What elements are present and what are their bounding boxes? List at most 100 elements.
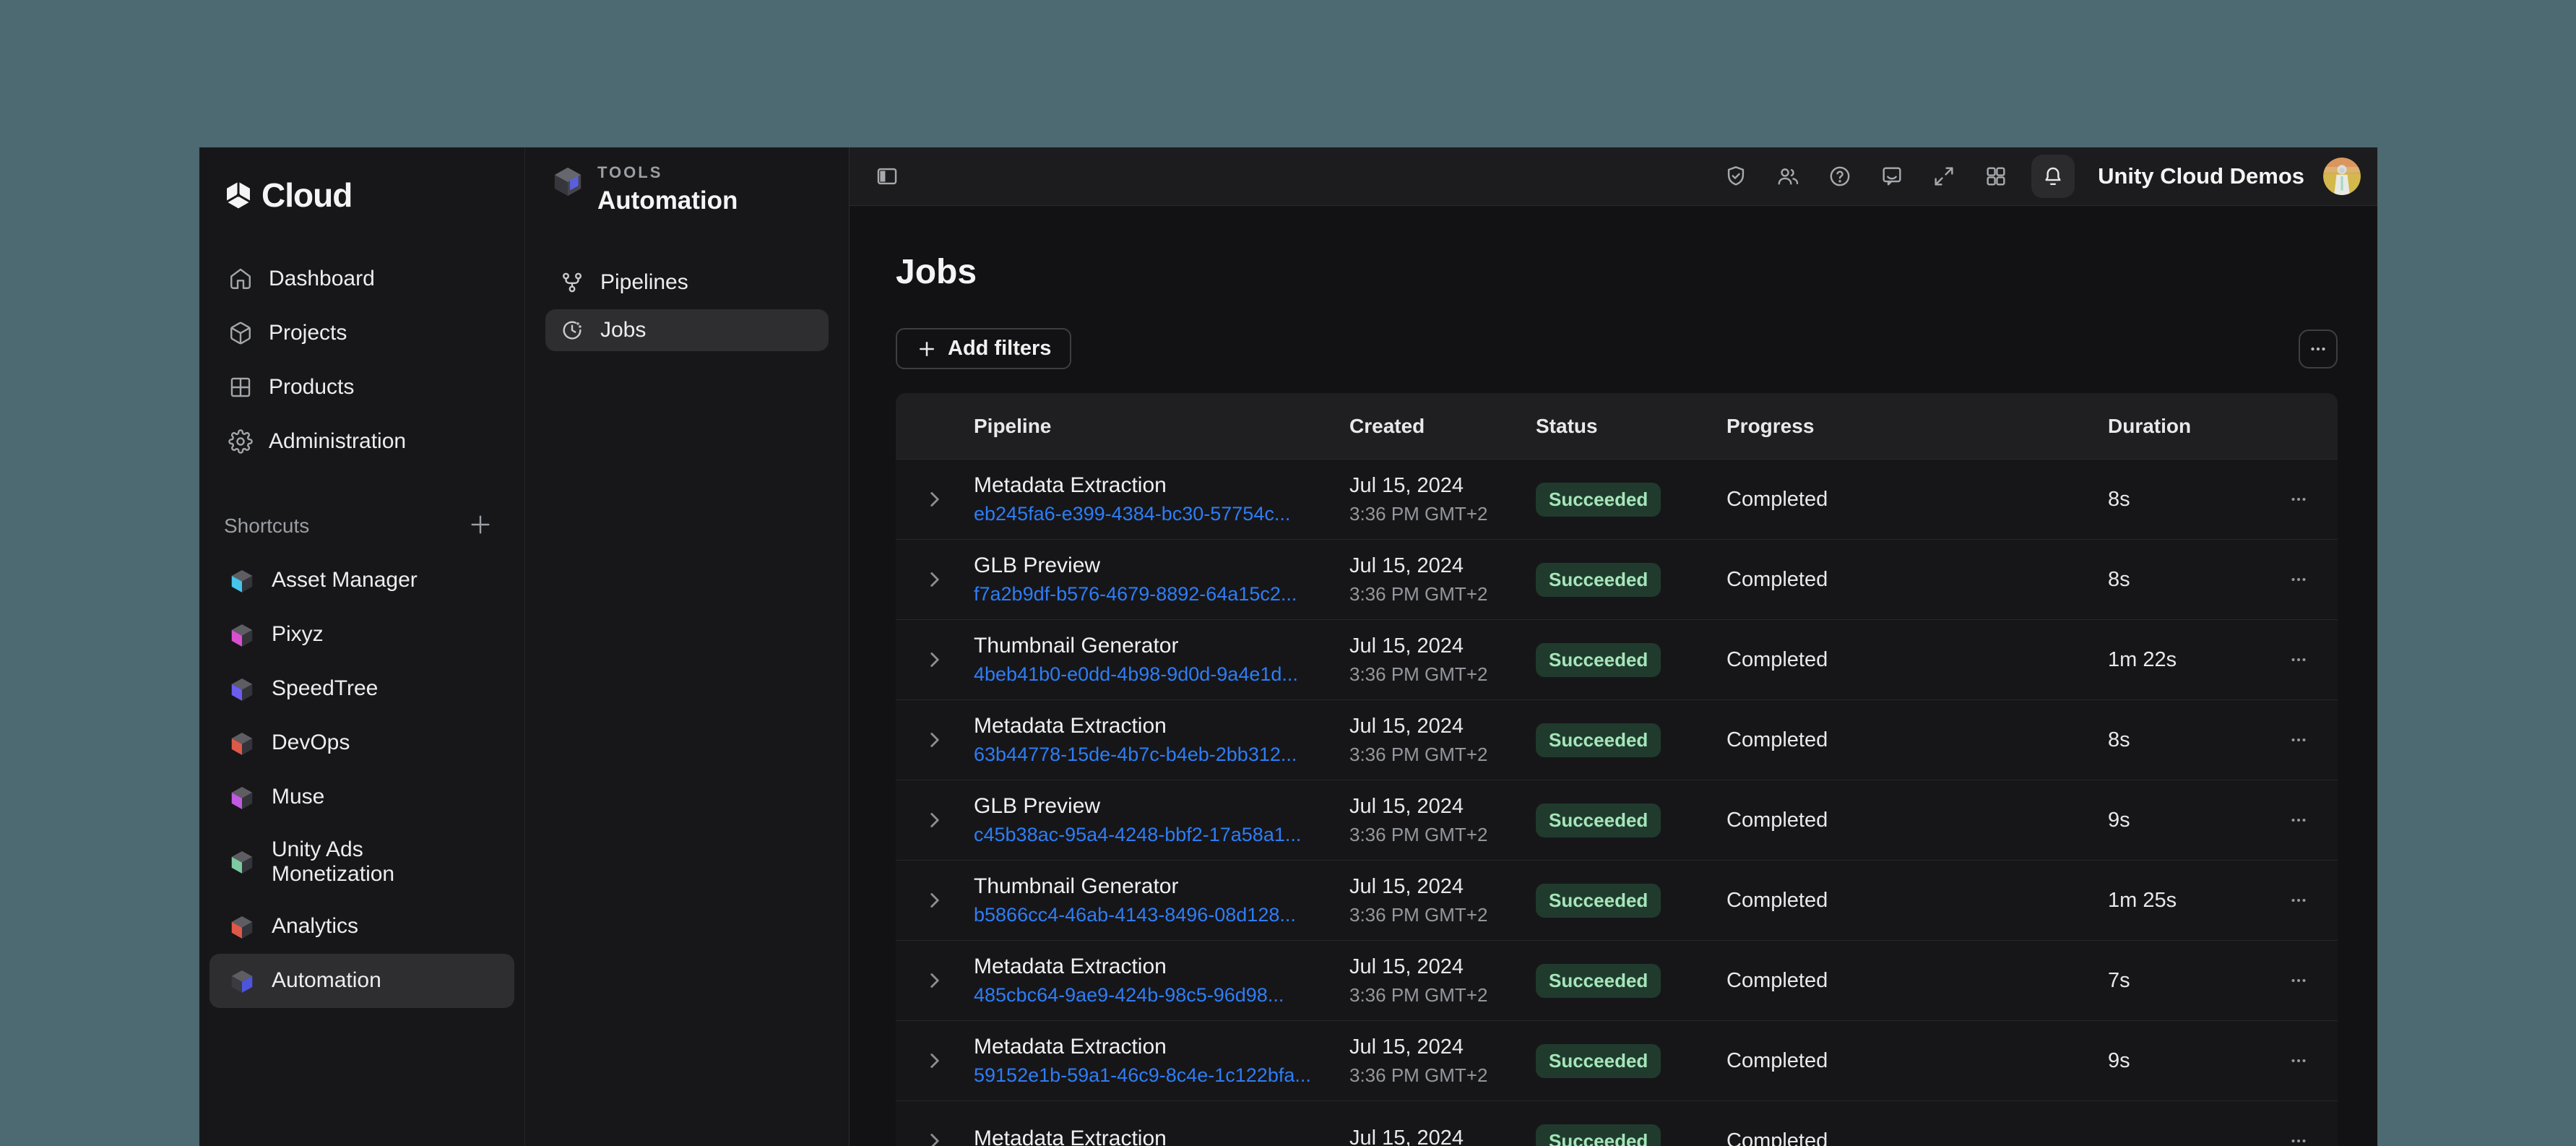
table-header: Pipeline Created Status Progress Duratio…: [896, 393, 2338, 459]
sidebar-item-speedtree[interactable]: SpeedTree: [209, 662, 514, 716]
progress-cell: Completed: [1726, 969, 2108, 993]
row-options-button[interactable]: [2288, 569, 2309, 590]
expand-row-button[interactable]: [922, 728, 947, 752]
sidebar-item-asset-manager[interactable]: Asset Manager: [209, 553, 514, 608]
expand-row-button[interactable]: [922, 968, 947, 993]
column-header-created: Created: [1349, 415, 1536, 438]
job-id-link[interactable]: f7a2b9df-b576-4679-8892-64a15c2...: [974, 583, 1297, 606]
ellipsis-icon: [2288, 649, 2309, 671]
privacy-button[interactable]: [1719, 160, 1752, 193]
avatar[interactable]: [2323, 158, 2361, 195]
job-id-link[interactable]: c45b38ac-95a4-4248-bbf2-17a58a1...: [974, 824, 1301, 846]
shield-check-icon: [1724, 164, 1748, 189]
pipeline-name: Metadata Extraction: [974, 1126, 1349, 1146]
topbar: Unity Cloud Demos: [850, 147, 2377, 206]
row-options-button[interactable]: [2288, 649, 2309, 671]
expand-row-button[interactable]: [922, 808, 947, 832]
ellipsis-icon: [2288, 488, 2309, 510]
sidebar-item-pixyz[interactable]: Pixyz: [209, 608, 514, 662]
speedtree-icon: [228, 676, 256, 703]
pipeline-cell: GLB Preview f7a2b9df-b576-4679-8892-64a1…: [974, 553, 1349, 606]
table-row: Thumbnail Generator 4beb41b0-e0dd-4b98-9…: [896, 619, 2338, 699]
sidebar-item-jobs[interactable]: Jobs: [545, 309, 829, 351]
chevron-right-icon: [922, 808, 947, 832]
status-cell: Succeeded: [1536, 964, 1726, 998]
row-options-button[interactable]: [2288, 1050, 2309, 1072]
members-button[interactable]: [1771, 160, 1805, 193]
job-id-link[interactable]: eb245fa6-e399-4384-bc30-57754c...: [974, 503, 1290, 525]
row-options-button[interactable]: [2288, 729, 2309, 751]
created-cell: Jul 15, 2024 3:36 PM GMT+2: [1349, 474, 1536, 525]
chevron-right-icon: [922, 1048, 947, 1073]
created-cell: Jul 15, 2024 3:36 PM GMT+2: [1349, 955, 1536, 1007]
job-id-link[interactable]: 63b44778-15de-4b7c-b4eb-2bb312...: [974, 744, 1297, 766]
sidebar-item-pipelines[interactable]: Pipelines: [545, 262, 829, 303]
table-options-button[interactable]: [2299, 329, 2338, 369]
status-cell: Succeeded: [1536, 483, 1726, 517]
sidebar-item-administration[interactable]: Administration: [199, 414, 524, 468]
unity-cloud-window: Cloud Dashboard Projects Products Admi: [199, 147, 2377, 1146]
help-button[interactable]: [1823, 160, 1857, 193]
sidebar-item-projects[interactable]: Projects: [199, 306, 524, 360]
row-options-button[interactable]: [2288, 889, 2309, 911]
automation-icon: [228, 968, 256, 995]
fullscreen-button[interactable]: [1927, 160, 1961, 193]
table-row: Metadata Extraction 485cbc64-9ae9-424b-9…: [896, 940, 2338, 1020]
expand-row-button[interactable]: [922, 1129, 947, 1146]
expand-row-button[interactable]: [922, 567, 947, 592]
primary-sidebar: Cloud Dashboard Projects Products Admi: [199, 147, 525, 1146]
account-name[interactable]: Unity Cloud Demos: [2098, 163, 2304, 189]
pipeline-name: Metadata Extraction: [974, 955, 1349, 979]
sidebar-item-unity-ads-monetization[interactable]: Unity Ads Monetization: [209, 824, 514, 900]
progress-cell: Completed: [1726, 488, 2108, 512]
shortcuts-label: Shortcuts: [224, 514, 309, 538]
desktop-background: Cloud Dashboard Projects Products Admi: [0, 0, 2576, 1146]
ellipsis-icon: [2288, 970, 2309, 991]
row-options-button[interactable]: [2288, 809, 2309, 831]
job-id-link[interactable]: 59152e1b-59a1-46c9-8c4e-1c122bfa...: [974, 1064, 1311, 1087]
sidebar-item-devops[interactable]: DevOps: [209, 716, 514, 770]
sidebar-item-analytics[interactable]: Analytics: [209, 900, 514, 954]
progress-cell: Completed: [1726, 1129, 2108, 1146]
sidebar-item-products[interactable]: Products: [199, 360, 524, 414]
add-filters-button[interactable]: Add filters: [896, 328, 1071, 369]
apps-grid-button[interactable]: [1979, 160, 2013, 193]
created-date: Jul 15, 2024: [1349, 955, 1536, 979]
expand-row-button[interactable]: [922, 888, 947, 913]
duration-cell: 7s: [2108, 969, 2260, 993]
expand-row-button[interactable]: [922, 487, 947, 512]
apps-grid-icon: [1984, 164, 2008, 189]
job-id-link[interactable]: b5866cc4-46ab-4143-8496-08d128...: [974, 904, 1296, 926]
job-id-link[interactable]: 4beb41b0-e0dd-4b98-9d0d-9a4e1d...: [974, 663, 1298, 686]
feedback-button[interactable]: [1875, 160, 1909, 193]
created-cell: Jul 15, 2024: [1349, 1126, 1536, 1146]
add-shortcut-button[interactable]: [468, 512, 493, 540]
progress-cell: Completed: [1726, 809, 2108, 832]
row-options-button[interactable]: [2288, 970, 2309, 991]
sidebar-item-muse[interactable]: Muse: [209, 770, 514, 824]
plus-icon: [468, 512, 493, 537]
created-time: 3:36 PM GMT+2: [1349, 663, 1536, 686]
created-time: 3:36 PM GMT+2: [1349, 744, 1536, 766]
table-row: Metadata Extraction Jul 15, 2024 Succeed…: [896, 1100, 2338, 1146]
status-cell: Succeeded: [1536, 884, 1726, 918]
expand-row-button[interactable]: [922, 1048, 947, 1073]
created-date: Jul 15, 2024: [1349, 1035, 1536, 1059]
jobs-page: Jobs Add filters Pipeline Created: [850, 206, 2377, 1146]
status-cell: Succeeded: [1536, 563, 1726, 597]
row-options-button[interactable]: [2288, 488, 2309, 510]
panel-toggle-button[interactable]: [870, 160, 904, 193]
status-badge: Succeeded: [1536, 884, 1661, 918]
row-options-button[interactable]: [2288, 1130, 2309, 1146]
sidebar-item-automation[interactable]: Automation: [209, 954, 514, 1008]
status-badge: Succeeded: [1536, 723, 1661, 757]
duration-cell: 1m 22s: [2108, 648, 2260, 672]
muse-icon: [228, 784, 256, 811]
expand-row-button[interactable]: [922, 647, 947, 672]
job-id-link[interactable]: 485cbc64-9ae9-424b-98c5-96d98...: [974, 984, 1284, 1007]
table-row: Metadata Extraction eb245fa6-e399-4384-b…: [896, 459, 2338, 539]
notifications-button[interactable]: [2031, 155, 2075, 198]
app-logo[interactable]: Cloud: [199, 172, 524, 218]
sidebar-item-dashboard[interactable]: Dashboard: [199, 251, 524, 306]
pipeline-name: Metadata Extraction: [974, 714, 1349, 738]
